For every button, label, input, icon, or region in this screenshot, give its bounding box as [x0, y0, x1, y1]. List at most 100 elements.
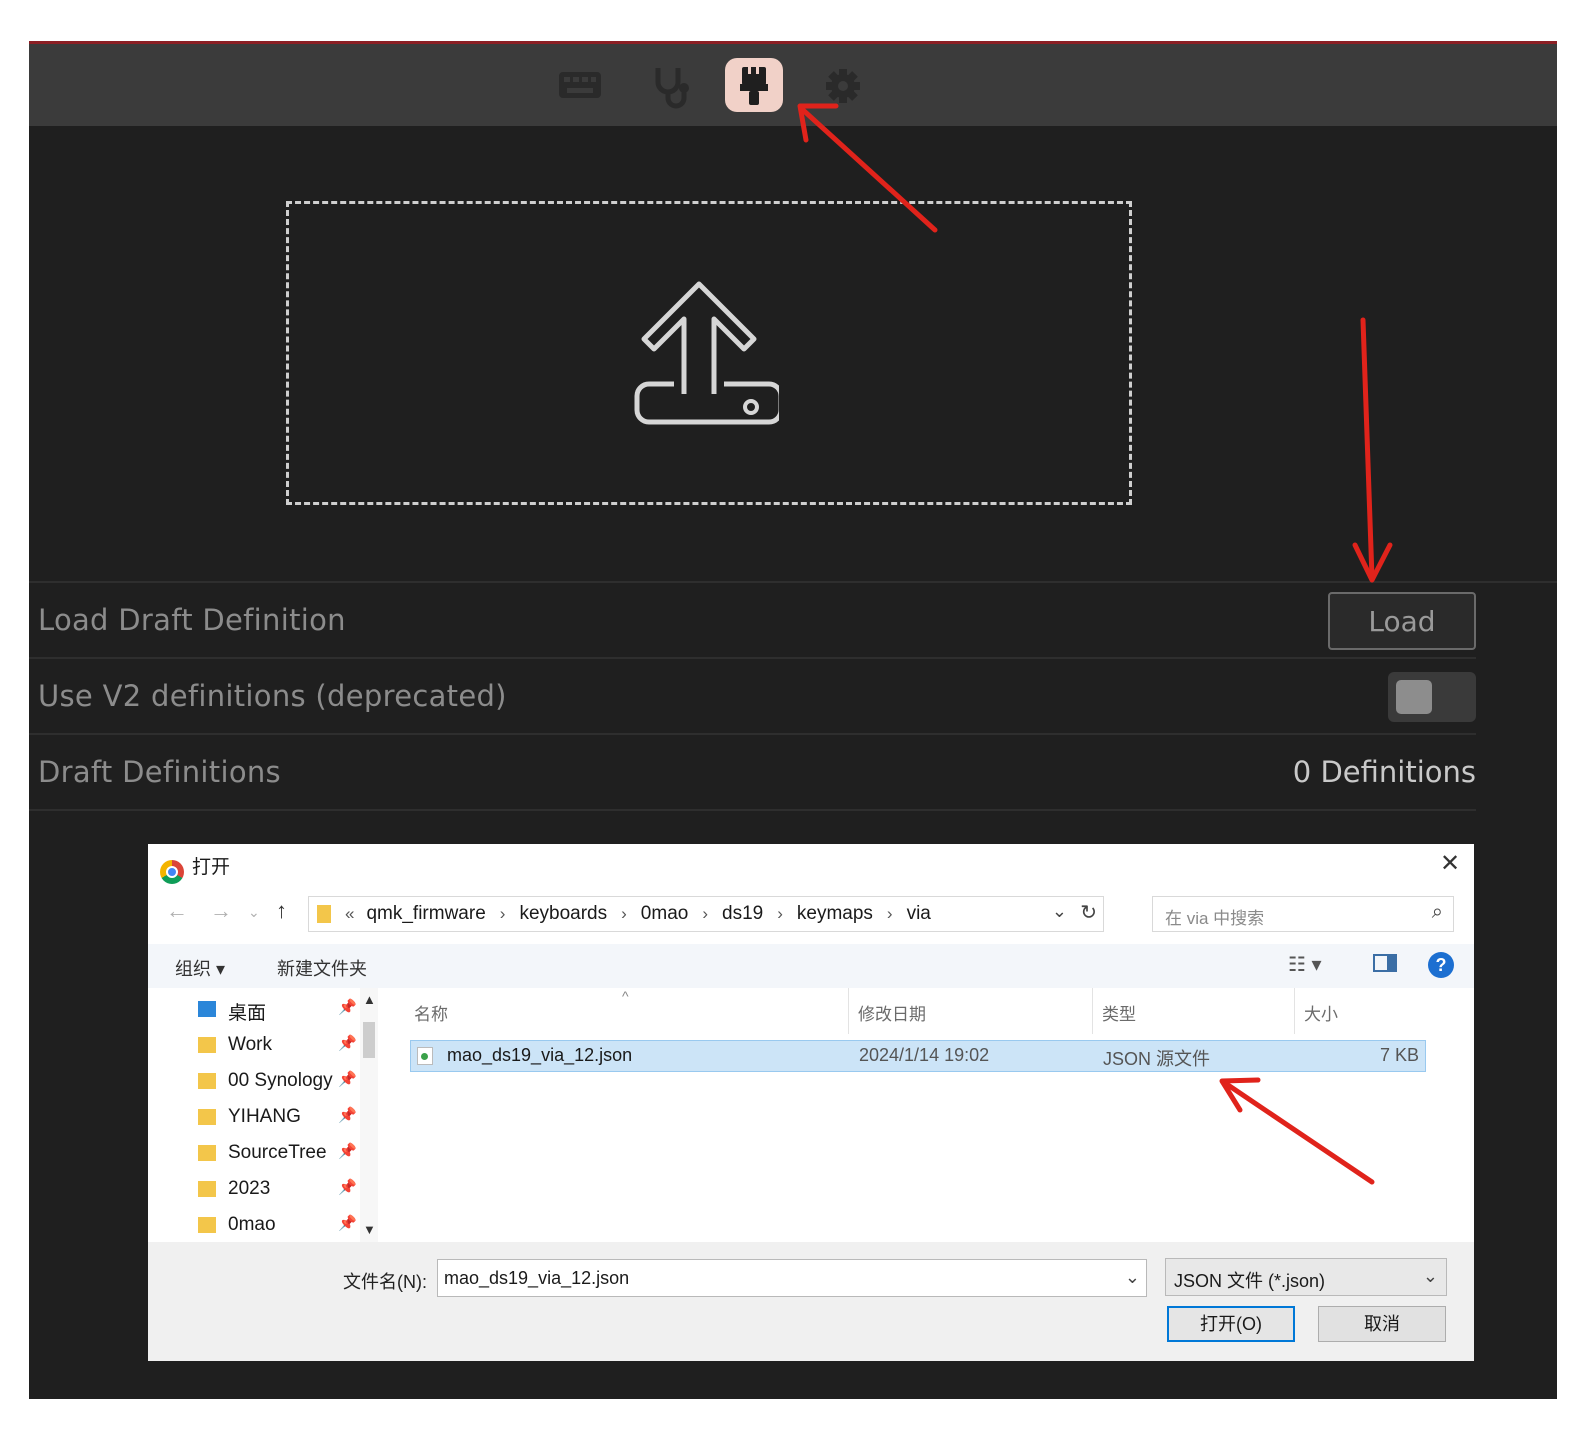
recent-dropdown-icon[interactable]: ⌄	[248, 904, 260, 921]
filename-input[interactable]: mao_ds19_via_12.json ⌄	[437, 1259, 1147, 1297]
close-button[interactable]: ✕	[1436, 850, 1464, 878]
sidebar-scrollbar[interactable]: ▲ ▼	[360, 988, 378, 1242]
chevron-down-icon[interactable]: ▼	[363, 1222, 376, 1237]
forward-button[interactable]: →	[210, 898, 232, 924]
stethoscope-icon	[655, 68, 689, 109]
new-folder-button[interactable]: 新建文件夹	[277, 955, 367, 981]
column-divider[interactable]	[1092, 988, 1093, 1034]
settings-tab[interactable]	[814, 58, 872, 112]
sidebar-item-label: 0mao	[228, 1214, 276, 1235]
desktop-icon	[198, 1001, 216, 1017]
sidebar-item-2023[interactable]: 2023 📌	[198, 1172, 358, 1208]
sidebar-item-label: 桌面	[228, 1003, 267, 1024]
toggle-knob	[1396, 680, 1432, 714]
breadcrumb-item[interactable]: keymaps	[797, 903, 873, 925]
use-v2-toggle[interactable]	[1388, 672, 1476, 722]
file-modified: 2024/1/14 19:02	[859, 1045, 990, 1065]
sidebar-item-work[interactable]: Work 📌	[198, 1028, 358, 1064]
open-button[interactable]: 打开(O)	[1167, 1306, 1295, 1342]
folder-icon	[198, 1181, 216, 1197]
paintbrush-icon	[740, 66, 768, 105]
dialog-title: 打开	[192, 857, 231, 878]
refresh-icon[interactable]: ↻	[1080, 900, 1097, 925]
keyboard-tab[interactable]	[551, 58, 609, 112]
folder-icon	[198, 1037, 216, 1053]
column-header-type[interactable]: 类型	[1102, 1000, 1136, 1025]
chevron-up-icon[interactable]: ▲	[363, 992, 376, 1007]
sidebar-item-label: SourceTree	[228, 1142, 327, 1163]
load-button[interactable]: Load	[1328, 592, 1476, 650]
address-bar[interactable]: « qmk_firmware › keyboards › 0mao › ds19 › k…	[308, 896, 1104, 932]
column-header-modified[interactable]: 修改日期	[858, 1000, 926, 1025]
definition-dropzone[interactable]	[286, 201, 1132, 505]
file-list: ^ 名称 修改日期 类型 大小 mao_ds19_via_12.json 202…	[384, 988, 1474, 1242]
breadcrumb-item[interactable]: via	[907, 903, 931, 925]
scrollbar-thumb[interactable]	[363, 1022, 375, 1058]
filename-label: 文件名(N):	[343, 1272, 427, 1292]
column-divider[interactable]	[848, 988, 849, 1034]
top-tab-bar	[29, 44, 1557, 126]
help-icon[interactable]: ?	[1428, 952, 1454, 978]
json-file-icon	[417, 1047, 433, 1065]
use-v2-row: Use V2 definitions (deprecated)	[29, 659, 1476, 735]
chevron-right-icon: ›	[702, 904, 708, 923]
pin-icon: 📌	[338, 1107, 357, 1124]
column-divider[interactable]	[1294, 988, 1295, 1034]
filename-value: mao_ds19_via_12.json	[444, 1268, 630, 1288]
folder-icon	[198, 1109, 216, 1125]
file-row[interactable]: mao_ds19_via_12.json 2024/1/14 19:02 JSO…	[410, 1040, 1426, 1072]
debug-tab[interactable]	[640, 58, 698, 112]
column-header-name[interactable]: 名称	[414, 1000, 448, 1025]
search-input[interactable]: 在 via 中搜索 ⌕	[1152, 896, 1454, 932]
pin-icon: 📌	[338, 1215, 357, 1232]
folder-icon	[317, 905, 331, 923]
chevron-down-icon[interactable]: ⌄	[1052, 901, 1067, 922]
dialog-toolbar: 组织 ▾ 新建文件夹 ☷ ▾ ?	[148, 944, 1474, 988]
sidebar-item-sourcetree[interactable]: SourceTree 📌	[198, 1136, 358, 1172]
pin-icon: 📌	[338, 1035, 357, 1052]
sidebar-item-desktop[interactable]: 桌面 📌	[198, 992, 358, 1028]
folder-icon	[198, 1145, 216, 1161]
pin-icon: 📌	[338, 1179, 357, 1196]
load-draft-row: Load Draft Definition Load	[29, 583, 1476, 659]
dialog-footer: 文件名(N): mao_ds19_via_12.json ⌄ JSON 文件 (…	[148, 1242, 1474, 1361]
chrome-icon	[160, 860, 184, 884]
draft-definitions-label: Draft Definitions	[38, 755, 281, 789]
navigation-bar: ← → ⌄ ↑ « qmk_firmware › keyboards › 0mao ›…	[148, 894, 1474, 934]
upload-icon	[634, 281, 779, 425]
draft-definitions-row: Draft Definitions 0 Definitions	[29, 735, 1476, 811]
load-draft-label: Load Draft Definition	[38, 603, 346, 637]
chevron-down-icon[interactable]: ⌄	[1125, 1267, 1140, 1288]
pin-icon: 📌	[338, 1071, 357, 1088]
up-button[interactable]: ↑	[276, 898, 287, 924]
chevron-right-icon: ›	[621, 904, 627, 923]
file-type: JSON 源文件	[1103, 1049, 1211, 1069]
keyboard-icon	[559, 72, 601, 98]
breadcrumb-item[interactable]: ds19	[722, 903, 763, 925]
preview-pane-icon[interactable]	[1373, 954, 1397, 972]
organize-menu[interactable]: 组织 ▾	[175, 955, 225, 981]
sidebar-item-0mao[interactable]: 0mao 📌	[198, 1208, 358, 1244]
breadcrumb-item[interactable]: keyboards	[519, 903, 607, 925]
folder-icon	[198, 1217, 216, 1233]
design-tab[interactable]	[725, 58, 783, 112]
pin-icon: 📌	[338, 1143, 357, 1160]
breadcrumb-item[interactable]: qmk_firmware	[366, 903, 485, 925]
sidebar-item-yihang[interactable]: YIHANG 📌	[198, 1100, 358, 1136]
chevron-down-icon: ⌄	[1422, 1266, 1438, 1286]
view-options-icon[interactable]: ☷ ▾	[1288, 952, 1322, 977]
breadcrumb: « qmk_firmware › keyboards › 0mao › ds19 › k…	[317, 897, 931, 931]
back-button[interactable]: ←	[166, 898, 188, 924]
sidebar-item-label: YIHANG	[228, 1106, 301, 1127]
breadcrumb-overflow[interactable]: «	[345, 904, 354, 924]
file-open-dialog: 打开 ✕ ← → ⌄ ↑ « qmk_firmware › keyboards › …	[148, 844, 1474, 1361]
filetype-select[interactable]: JSON 文件 (*.json) ⌄	[1165, 1258, 1447, 1296]
filetype-value: JSON 文件 (*.json)	[1174, 1271, 1326, 1291]
breadcrumb-item[interactable]: 0mao	[641, 903, 689, 925]
sidebar-item-label: 00 Synology	[228, 1070, 333, 1091]
sidebar-item-label: 2023	[228, 1178, 271, 1199]
cancel-button[interactable]: 取消	[1318, 1306, 1446, 1342]
file-name: mao_ds19_via_12.json	[447, 1045, 633, 1065]
sidebar-item-synology[interactable]: 00 Synology 📌	[198, 1064, 358, 1100]
column-header-size[interactable]: 大小	[1304, 1000, 1338, 1025]
